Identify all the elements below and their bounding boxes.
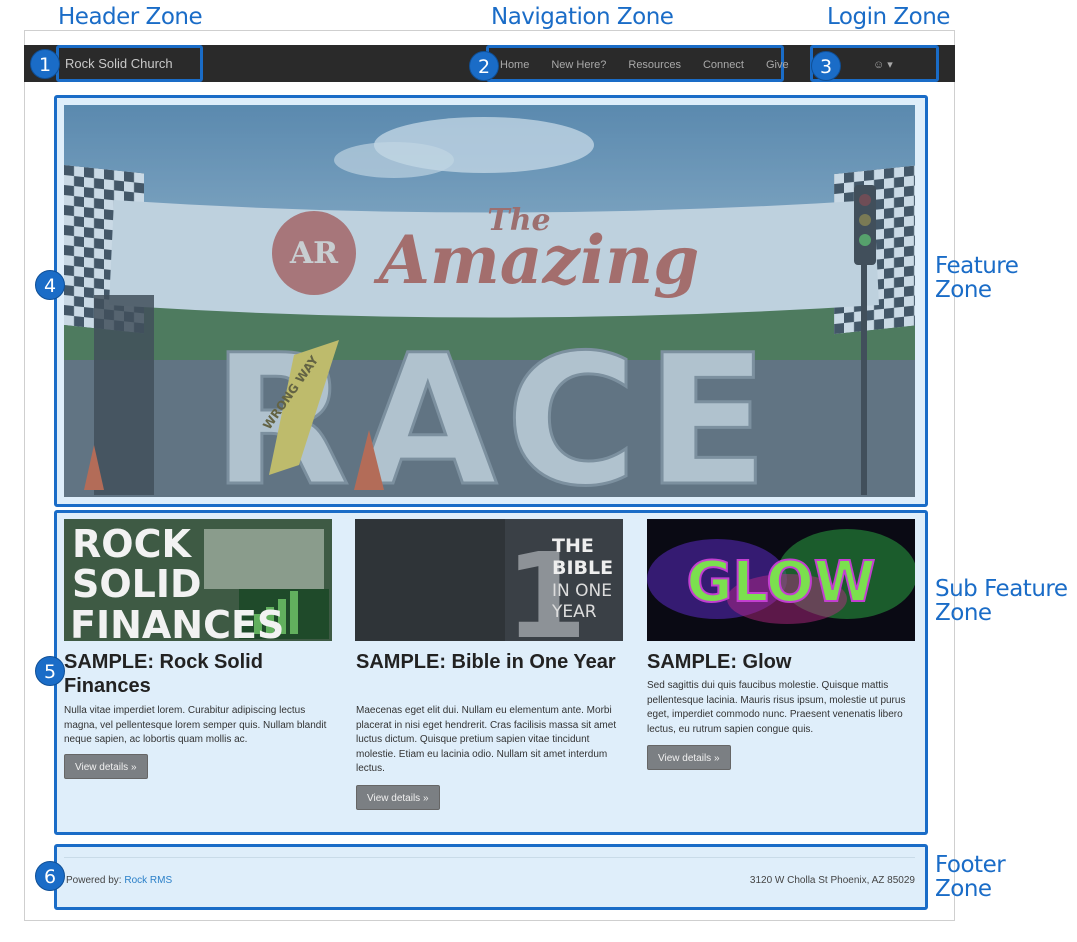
zone-badge-2: 2	[469, 51, 499, 81]
nav-item-give[interactable]: Give	[766, 59, 789, 71]
zone-badge-5: 5	[35, 656, 65, 686]
login-zone-label: Login Zone	[827, 4, 950, 30]
user-menu-dropdown[interactable]: ☺ ▾	[873, 58, 893, 71]
navigation-zone-label: Navigation Zone	[491, 4, 674, 30]
zone-badge-3: 3	[811, 51, 841, 81]
feature-zone-box	[54, 95, 928, 507]
subfeature-zone-box	[54, 510, 928, 835]
subfeature-zone-label-line2: Zone	[935, 600, 992, 626]
nav-item-home[interactable]: Home	[500, 59, 529, 71]
header-zone-label: Header Zone	[58, 4, 203, 30]
subfeature-zone-label-line1: Sub Feature	[935, 576, 1068, 602]
main-nav: Home New Here? Resources Connect Give	[500, 59, 811, 71]
feature-zone-label-line1: Feature	[935, 253, 1019, 279]
zone-badge-6: 6	[35, 861, 65, 891]
nav-item-new-here[interactable]: New Here?	[551, 59, 606, 71]
zone-badge-1: 1	[30, 49, 60, 79]
nav-item-resources[interactable]: Resources	[628, 59, 681, 71]
zone-badge-4: 4	[35, 270, 65, 300]
footer-zone-label-line1: Footer	[935, 852, 1006, 878]
footer-zone-box	[54, 844, 928, 910]
feature-zone-label-line2: Zone	[935, 277, 992, 303]
site-brand[interactable]: Rock Solid Church	[65, 56, 173, 71]
footer-zone-label-line2: Zone	[935, 876, 992, 902]
nav-item-connect[interactable]: Connect	[703, 59, 744, 71]
